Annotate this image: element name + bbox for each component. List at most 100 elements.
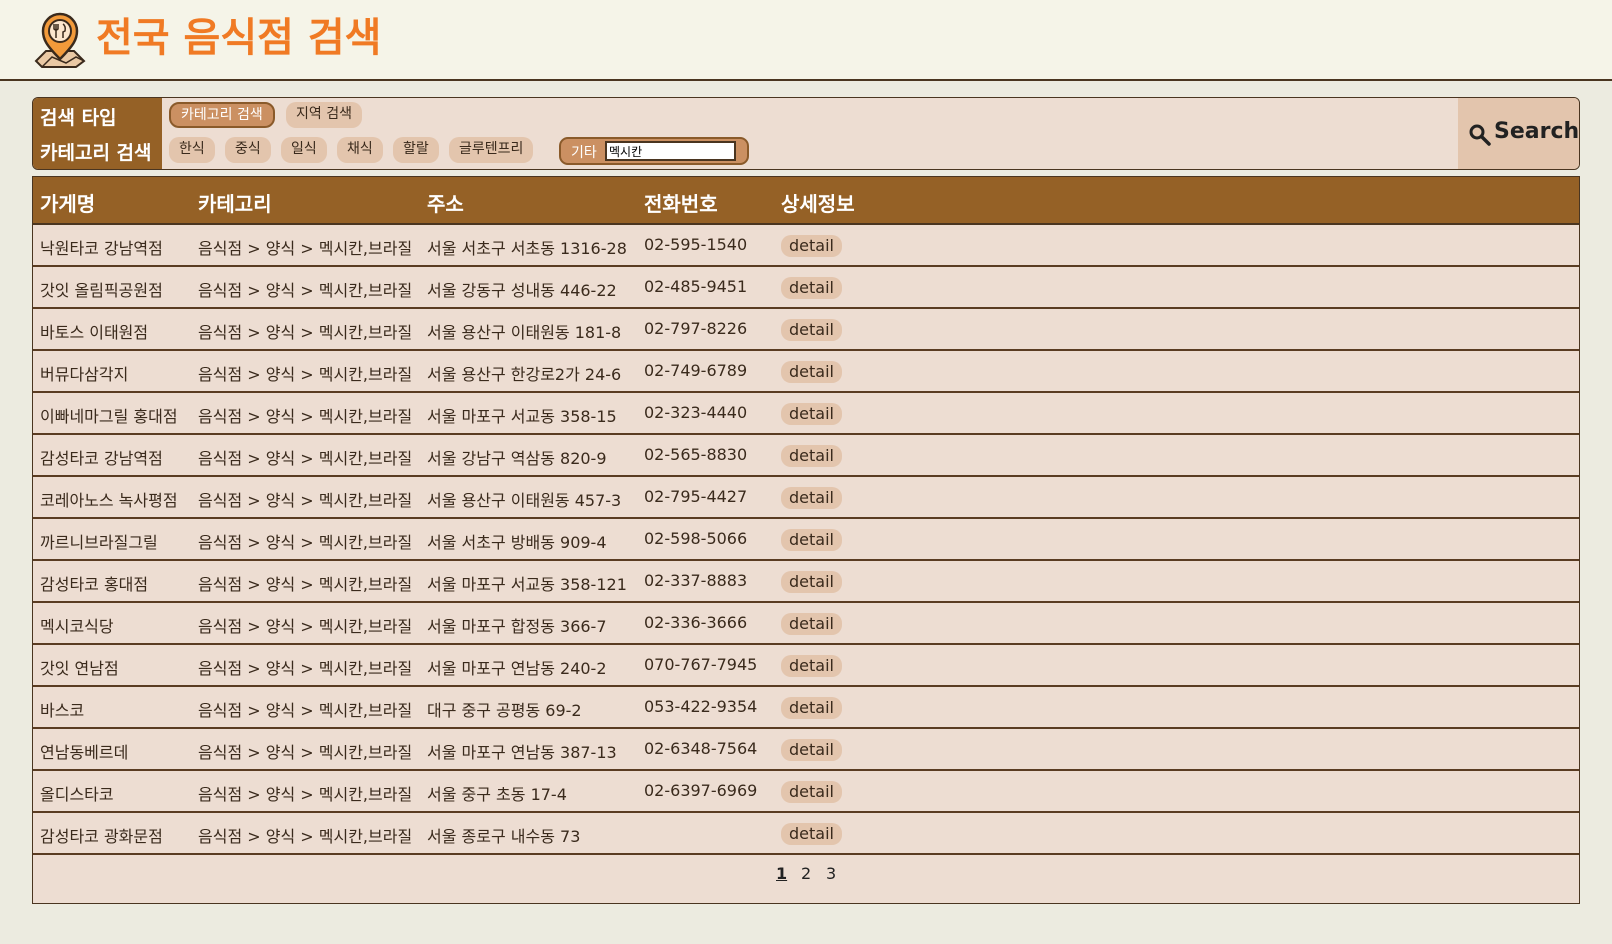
address-cell: 서울 서초구 서초동 1316-28 bbox=[427, 239, 627, 258]
detail-button[interactable]: detail bbox=[781, 403, 842, 425]
category-cell: 음식점 > 양식 > 멕시칸,브라질 bbox=[198, 743, 413, 762]
phone-cell: 053-422-9354 bbox=[644, 697, 758, 716]
phone-cell: 02-598-5066 bbox=[644, 529, 748, 548]
store-name-cell: 코레아노스 녹사평점 bbox=[40, 491, 178, 510]
phone-cell: 02-337-8883 bbox=[644, 571, 748, 590]
store-name-cell: 감성타코 광화문점 bbox=[40, 827, 163, 846]
store-name-cell: 이빠네마그릴 홍대점 bbox=[40, 407, 178, 426]
pagination: 1 2 3 bbox=[33, 848, 1579, 903]
address-cell: 서울 용산구 이태원동 457-3 bbox=[427, 491, 622, 510]
search-panel: 검색 타입 카테고리 검색 카테고리 검색 지역 검색 한식 중식 일식 채식 … bbox=[32, 97, 1580, 170]
table-row: 감성타코 강남역점 음식점 > 양식 > 멕시칸,브라질 서울 강남구 역삼동 82… bbox=[33, 435, 1579, 477]
table-row: 이빠네마그릴 홍대점 음식점 > 양식 > 멕시칸,브라질 서울 마포구 서교동 3… bbox=[33, 393, 1579, 435]
page-link-1[interactable]: 1 bbox=[776, 864, 787, 883]
search-type-category-button[interactable]: 카테고리 검색 bbox=[169, 102, 275, 128]
search-type-label: 검색 타입 bbox=[40, 107, 117, 129]
app-header: 전국 음식점 검색 bbox=[0, 0, 1612, 81]
search-button-label: Search bbox=[1494, 119, 1580, 144]
table-body: 낙원타코 강남역점 음식점 > 양식 > 멕시칸,브라질 서울 서초구 서초동 13… bbox=[33, 225, 1579, 855]
header-store-name: 가게명 bbox=[40, 192, 96, 216]
address-cell: 서울 마포구 연남동 387-13 bbox=[427, 743, 617, 762]
store-name-cell: 버뮤다삼각지 bbox=[40, 365, 129, 384]
detail-button[interactable]: detail bbox=[781, 235, 842, 257]
table-row: 바스코 음식점 > 양식 > 멕시칸,브라질 대구 중구 공평동 69-2 053-4… bbox=[33, 687, 1579, 729]
table-header: 가게명 카테고리 주소 전화번호 상세정보 bbox=[33, 177, 1579, 225]
phone-cell: 02-797-8226 bbox=[644, 319, 748, 338]
table-row: 연남동베르데 음식점 > 양식 > 멕시칸,브라질 서울 마포구 연남동 387-1… bbox=[33, 729, 1579, 771]
phone-cell: 02-565-8830 bbox=[644, 445, 748, 464]
table-row: 올디스타코 음식점 > 양식 > 멕시칸,브라질 서울 중구 초동 17-4 02-6… bbox=[33, 771, 1579, 813]
store-name-cell: 까르니브라질그릴 bbox=[40, 533, 158, 552]
header-detail: 상세정보 bbox=[781, 192, 855, 216]
table-row: 갓잇 연남점 음식점 > 양식 > 멕시칸,브라질 서울 마포구 연남동 240-2… bbox=[33, 645, 1579, 687]
store-name-cell: 갓잇 올림픽공원점 bbox=[40, 281, 163, 300]
address-cell: 서울 강남구 역삼동 820-9 bbox=[427, 449, 607, 468]
table-row: 감성타코 홍대점 음식점 > 양식 > 멕시칸,브라질 서울 마포구 서교동 358… bbox=[33, 561, 1579, 603]
category-chinese-button[interactable]: 중식 bbox=[225, 137, 271, 163]
category-vegetarian-button[interactable]: 채식 bbox=[337, 137, 383, 163]
page-link-2[interactable]: 2 bbox=[801, 864, 811, 883]
category-cell: 음식점 > 양식 > 멕시칸,브라질 bbox=[198, 575, 413, 594]
page-link-3[interactable]: 3 bbox=[826, 864, 836, 883]
detail-button[interactable]: detail bbox=[781, 445, 842, 467]
detail-button[interactable]: detail bbox=[781, 529, 842, 551]
table-row: 바토스 이태원점 음식점 > 양식 > 멕시칸,브라질 서울 용산구 이태원동 18… bbox=[33, 309, 1579, 351]
phone-cell: 02-323-4440 bbox=[644, 403, 748, 422]
store-name-cell: 낙원타코 강남역점 bbox=[40, 239, 163, 258]
category-cell: 음식점 > 양식 > 멕시칸,브라질 bbox=[198, 701, 413, 720]
address-cell: 서울 중구 초동 17-4 bbox=[427, 785, 567, 804]
address-cell: 서울 서초구 방배동 909-4 bbox=[427, 533, 607, 552]
category-cell: 음식점 > 양식 > 멕시칸,브라질 bbox=[198, 281, 413, 300]
phone-cell: 02-749-6789 bbox=[644, 361, 748, 380]
store-name-cell: 바토스 이태원점 bbox=[40, 323, 149, 342]
category-cell: 음식점 > 양식 > 멕시칸,브라질 bbox=[198, 827, 413, 846]
store-name-cell: 갓잇 연남점 bbox=[40, 659, 119, 678]
address-cell: 서울 용산구 이태원동 181-8 bbox=[427, 323, 622, 342]
detail-button[interactable]: detail bbox=[781, 697, 842, 719]
category-etc-label: 기타 bbox=[571, 145, 597, 161]
detail-button[interactable]: detail bbox=[781, 781, 842, 803]
detail-button[interactable]: detail bbox=[781, 277, 842, 299]
detail-button[interactable]: detail bbox=[781, 823, 842, 845]
category-cell: 음식점 > 양식 > 멕시칸,브라질 bbox=[198, 491, 413, 510]
store-name-cell: 연남동베르데 bbox=[40, 743, 129, 762]
category-cell: 음식점 > 양식 > 멕시칸,브라질 bbox=[198, 239, 413, 258]
table-row: 버뮤다삼각지 음식점 > 양식 > 멕시칸,브라질 서울 용산구 한강로2가 24-… bbox=[33, 351, 1579, 393]
address-cell: 서울 강동구 성내동 446-22 bbox=[427, 281, 617, 300]
table-row: 낙원타코 강남역점 음식점 > 양식 > 멕시칸,브라질 서울 서초구 서초동 13… bbox=[33, 225, 1579, 267]
store-name-cell: 올디스타코 bbox=[40, 785, 114, 804]
category-japanese-button[interactable]: 일식 bbox=[281, 137, 327, 163]
category-cell: 음식점 > 양식 > 멕시칸,브라질 bbox=[198, 617, 413, 636]
detail-button[interactable]: detail bbox=[781, 319, 842, 341]
page-title: 전국 음식점 검색 bbox=[96, 15, 382, 61]
category-halal-button[interactable]: 할랄 bbox=[393, 137, 439, 163]
store-name-cell: 멕시코식당 bbox=[40, 617, 114, 636]
category-etc-group: 기타 bbox=[559, 137, 749, 165]
detail-button[interactable]: detail bbox=[781, 487, 842, 509]
category-gluten-free-button[interactable]: 글루텐프리 bbox=[449, 137, 534, 163]
address-cell: 서울 마포구 합정동 366-7 bbox=[427, 617, 607, 636]
category-cell: 음식점 > 양식 > 멕시칸,브라질 bbox=[198, 323, 413, 342]
search-button[interactable]: Search bbox=[1458, 98, 1580, 169]
results-table: 가게명 카테고리 주소 전화번호 상세정보 낙원타코 강남역점음식점 > 양식 … bbox=[32, 176, 1580, 904]
category-cell: 음식점 > 양식 > 멕시칸,브라질 bbox=[198, 785, 413, 804]
category-korean-button[interactable]: 한식 bbox=[169, 137, 215, 163]
detail-button[interactable]: detail bbox=[781, 655, 842, 677]
category-cell: 음식점 > 양식 > 멕시칸,브라질 bbox=[198, 533, 413, 552]
category-cell: 음식점 > 양식 > 멕시칸,브라질 bbox=[198, 407, 413, 426]
address-cell: 서울 마포구 연남동 240-2 bbox=[427, 659, 607, 678]
detail-button[interactable]: detail bbox=[781, 739, 842, 761]
detail-button[interactable]: detail bbox=[781, 361, 842, 383]
category-etc-input[interactable] bbox=[605, 141, 736, 161]
store-name-cell: 바스코 bbox=[40, 701, 85, 720]
category-cell: 음식점 > 양식 > 멕시칸,브라질 bbox=[198, 449, 413, 468]
category-cell: 음식점 > 양식 > 멕시칸,브라질 bbox=[198, 365, 413, 384]
detail-button[interactable]: detail bbox=[781, 613, 842, 635]
header-category: 카테고리 bbox=[198, 192, 272, 216]
search-type-region-button[interactable]: 지역 검색 bbox=[286, 102, 362, 128]
address-cell: 서울 마포구 서교동 358-121 bbox=[427, 575, 627, 594]
phone-cell: 070-767-7945 bbox=[644, 655, 758, 674]
address-cell: 대구 중구 공평동 69-2 bbox=[427, 701, 582, 720]
detail-button[interactable]: detail bbox=[781, 571, 842, 593]
phone-cell: 02-6348-7564 bbox=[644, 739, 758, 758]
